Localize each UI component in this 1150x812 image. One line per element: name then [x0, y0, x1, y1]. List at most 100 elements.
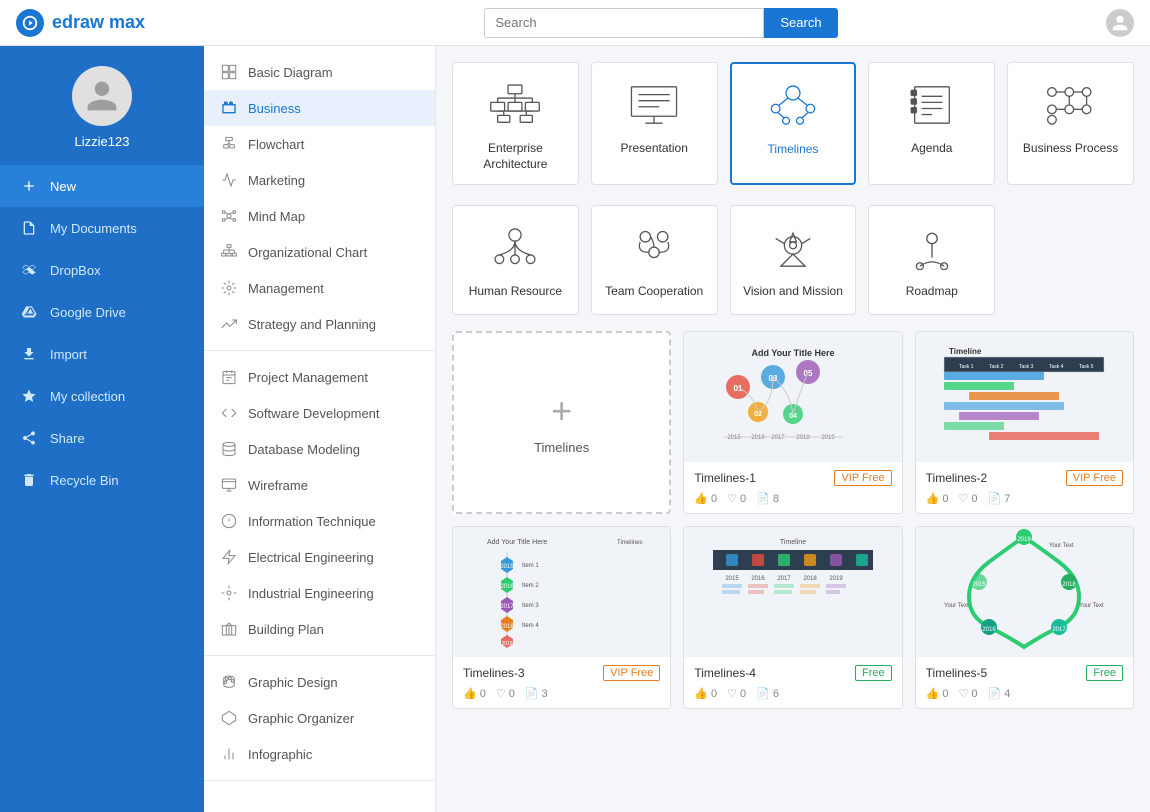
cat-item-strategy-planning-label: Strategy and Planning: [248, 317, 376, 332]
result-card-timelines-4[interactable]: Timeline 2015 2016 2017: [683, 526, 902, 709]
cat-item-graphic-organizer-label: Graphic Organizer: [248, 711, 354, 726]
cat-item-electrical-engineering[interactable]: Electrical Engineering: [204, 539, 435, 575]
sidebar-profile: Lizzie123: [0, 46, 204, 165]
app-name: edraw max: [52, 12, 145, 33]
timelines-1-hearts: ♡ 0: [727, 492, 746, 505]
template-presentation[interactable]: Presentation: [591, 62, 718, 185]
logo-area: edraw max: [16, 9, 216, 37]
sidebar-item-dropbox[interactable]: DropBox: [0, 249, 204, 291]
template-vision-mission[interactable]: Vision and Mission: [730, 205, 857, 315]
timelines-5-title: Timelines-5: [926, 666, 988, 680]
roadmap-label: Roadmap: [906, 284, 958, 300]
sidebar-item-google-drive[interactable]: Google Drive: [0, 291, 204, 333]
svg-text:Item 3: Item 3: [522, 603, 539, 609]
cat-section-1: Basic Diagram Business Flowchart Marketi…: [204, 54, 435, 351]
sidebar-item-my-documents[interactable]: My Documents: [0, 207, 204, 249]
template-roadmap[interactable]: Roadmap: [868, 205, 995, 315]
result-card-timelines-3[interactable]: Add Your Title Here Timelines 2015 Item …: [452, 526, 671, 709]
search-button[interactable]: Search: [764, 8, 837, 38]
cat-item-project-management[interactable]: Project Management: [204, 359, 435, 395]
sidebar-item-share[interactable]: Share: [0, 417, 204, 459]
cat-item-information-technique-label: Information Technique: [248, 514, 376, 529]
template-agenda[interactable]: Agenda: [868, 62, 995, 185]
timelines-1-likes: 👍 0: [694, 492, 717, 505]
dropbox-icon: [20, 261, 38, 279]
template-team-cooperation[interactable]: Team Cooperation: [591, 205, 718, 315]
cat-item-basic-diagram[interactable]: Basic Diagram: [204, 54, 435, 90]
timelines-1-thumb: Add Your Title Here 01 03 05 02 04 2015: [684, 332, 901, 462]
cat-item-management[interactable]: Management: [204, 270, 435, 306]
cat-item-strategy-planning[interactable]: Strategy and Planning: [204, 306, 435, 342]
svg-text:Add Your Title Here: Add Your Title Here: [487, 539, 547, 546]
cat-item-mind-map[interactable]: Mind Map: [204, 198, 435, 234]
templates-grid-row1: Enterprise Architecture Presentation: [452, 62, 1134, 185]
project-management-icon: [220, 368, 238, 386]
cat-item-infographic[interactable]: Infographic: [204, 736, 435, 772]
search-input[interactable]: [484, 8, 764, 38]
svg-text:2017: 2017: [777, 576, 791, 582]
human-resource-label: Human Resource: [469, 284, 562, 300]
flowchart-icon: [220, 135, 238, 153]
sidebar-item-dropbox-label: DropBox: [50, 263, 101, 278]
infographic-icon: [220, 745, 238, 763]
sidebar-item-share-label: Share: [50, 431, 85, 446]
add-new-card[interactable]: + Timelines: [452, 331, 671, 514]
user-avatar-top[interactable]: [1106, 9, 1134, 37]
import-icon: [20, 345, 38, 363]
business-process-icon-area: [1041, 79, 1101, 131]
sidebar-item-my-collection[interactable]: My collection: [0, 375, 204, 417]
svg-text:2016: 2016: [751, 576, 765, 582]
svg-text:2015: 2015: [973, 582, 987, 588]
result-card-timelines-2[interactable]: Timeline Task 1 Task 2 Task 3 Task 4 Tas…: [915, 331, 1134, 514]
management-icon: [220, 279, 238, 297]
electrical-icon: [220, 548, 238, 566]
sidebar-item-new[interactable]: New: [0, 165, 204, 207]
cat-item-org-chart[interactable]: Organizational Chart: [204, 234, 435, 270]
timelines-2-thumb: Timeline Task 1 Task 2 Task 3 Task 4 Tas…: [916, 332, 1133, 462]
timelines-3-thumb: Add Your Title Here Timelines 2015 Item …: [453, 527, 670, 657]
cat-item-wireframe-label: Wireframe: [248, 478, 308, 493]
timelines-1-copies: 📄 8: [756, 492, 779, 505]
svg-text:2019: 2019: [829, 576, 843, 582]
cat-item-graphic-organizer[interactable]: Graphic Organizer: [204, 700, 435, 736]
enterprise-architecture-icon-area: [485, 79, 545, 131]
cat-section-3: Graphic Design Graphic Organizer Infogra…: [204, 664, 435, 781]
svg-text:Your Text: Your Text: [1079, 603, 1104, 609]
human-resource-icon-area: [485, 222, 545, 274]
sidebar-item-recycle-bin[interactable]: Recycle Bin: [0, 459, 204, 501]
cat-item-management-label: Management: [248, 281, 324, 296]
cat-item-information-technique[interactable]: Information Technique: [204, 503, 435, 539]
result-card-timelines-5[interactable]: 2019 2018 2017 2016 2015 Your Text Your …: [915, 526, 1134, 709]
cat-item-database-modeling[interactable]: Database Modeling: [204, 431, 435, 467]
timelines-2-title: Timelines-2: [926, 471, 988, 485]
cat-item-flowchart[interactable]: Flowchart: [204, 126, 435, 162]
sidebar-item-import[interactable]: Import: [0, 333, 204, 375]
building-plan-icon: [220, 620, 238, 638]
cat-item-marketing[interactable]: Marketing: [204, 162, 435, 198]
svg-text:Item 4: Item 4: [522, 623, 539, 629]
add-new-icon: +: [551, 390, 572, 432]
template-business-process[interactable]: Business Process: [1007, 62, 1134, 185]
result-card-timelines-1[interactable]: Add Your Title Here 01 03 05 02 04 2015: [683, 331, 902, 514]
cat-item-business[interactable]: Business: [204, 90, 435, 126]
template-timelines[interactable]: Timelines: [730, 62, 857, 185]
cat-item-software-development[interactable]: Software Development: [204, 395, 435, 431]
template-human-resource[interactable]: Human Resource: [452, 205, 579, 315]
empty-slot: [1007, 205, 1134, 315]
svg-text:2016: 2016: [500, 584, 514, 590]
topbar: edraw max Search: [0, 0, 1150, 46]
cat-item-industrial-engineering[interactable]: Industrial Engineering: [204, 575, 435, 611]
cat-item-building-plan[interactable]: Building Plan: [204, 611, 435, 647]
cat-item-graphic-design[interactable]: Graphic Design: [204, 664, 435, 700]
cat-item-wireframe[interactable]: Wireframe: [204, 467, 435, 503]
timelines-2-hearts: ♡ 0: [958, 492, 977, 505]
graphic-design-icon: [220, 673, 238, 691]
mind-map-icon: [220, 207, 238, 225]
template-enterprise-architecture[interactable]: Enterprise Architecture: [452, 62, 579, 185]
svg-text:01: 01: [734, 384, 743, 393]
software-dev-icon: [220, 404, 238, 422]
trash-icon: [20, 471, 38, 489]
business-icon: [220, 99, 238, 117]
industrial-icon: [220, 584, 238, 602]
timelines-5-likes: 👍 0: [926, 687, 949, 700]
